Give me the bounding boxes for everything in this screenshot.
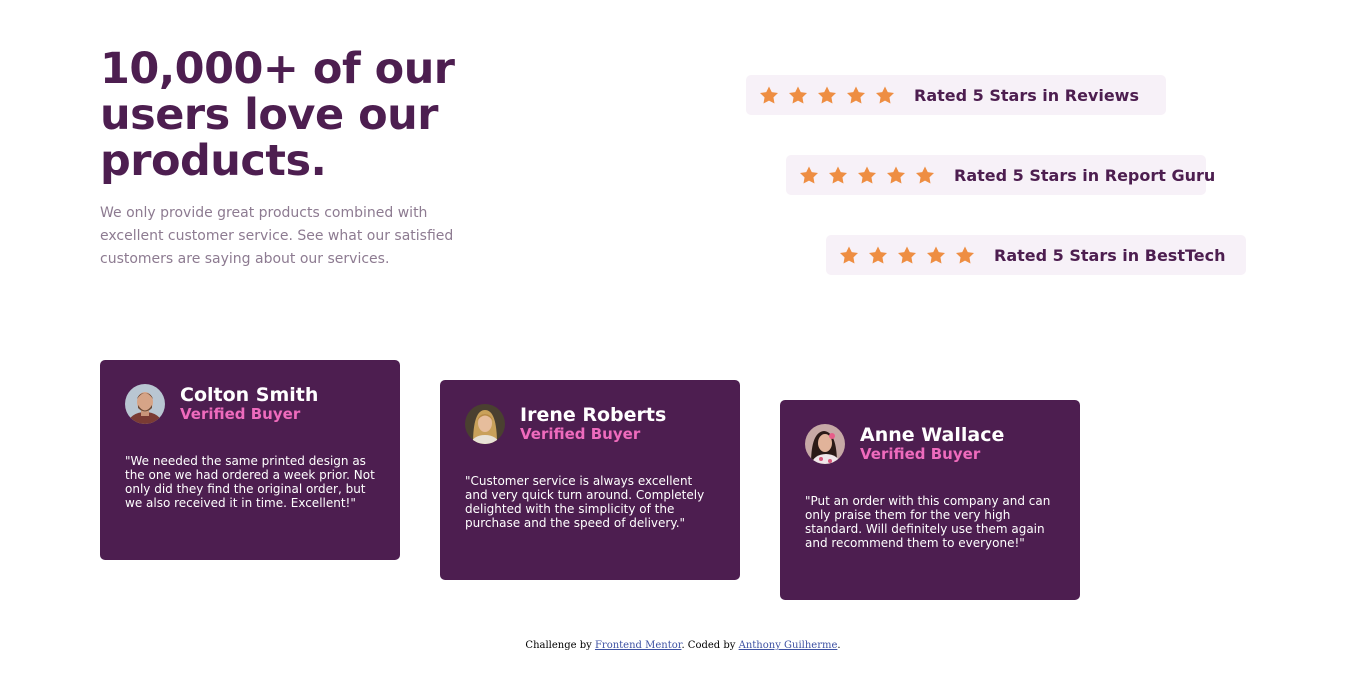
frontend-mentor-link[interactable]: Frontend Mentor xyxy=(595,640,681,651)
testimonial-header: Colton Smith Verified Buyer xyxy=(125,384,375,424)
avatar xyxy=(805,424,845,464)
attribution: Challenge by Frontend Mentor. Coded by A… xyxy=(0,640,1366,651)
buyer-info: Irene Roberts Verified Buyer xyxy=(520,405,666,443)
star-icon xyxy=(840,246,858,264)
star-icon xyxy=(818,86,836,104)
verified-badge: Verified Buyer xyxy=(180,405,301,423)
star-icon xyxy=(898,246,916,264)
rating-reviews: Rated 5 Stars in Reviews xyxy=(746,75,1166,115)
testimonial-header: Irene Roberts Verified Buyer xyxy=(465,404,715,444)
rating-label: Rated 5 Stars in Reviews xyxy=(914,85,1139,105)
star-icon xyxy=(869,246,887,264)
buyer-info: Colton Smith Verified Buyer xyxy=(180,385,318,423)
attribution-suffix: . xyxy=(837,640,841,651)
testimonial-card-anne: Anne Wallace Verified Buyer "Put an orde… xyxy=(780,400,1080,600)
rating-label: Rated 5 Stars in Report Guru xyxy=(954,165,1216,185)
buyer-info: Anne Wallace Verified Buyer xyxy=(860,425,1004,463)
testimonial-card-colton: Colton Smith Verified Buyer "We needed t… xyxy=(100,360,400,560)
verified-badge: Verified Buyer xyxy=(520,425,641,443)
star-row xyxy=(840,246,974,264)
avatar xyxy=(465,404,505,444)
star-icon xyxy=(916,166,934,184)
verified-badge: Verified Buyer xyxy=(860,445,981,463)
star-icon xyxy=(847,86,865,104)
testimonial-header: Anne Wallace Verified Buyer xyxy=(805,424,1055,464)
rating-besttech: Rated 5 Stars in BestTech xyxy=(826,235,1246,275)
star-row xyxy=(760,86,894,104)
attribution-middle: . Coded by xyxy=(681,640,739,651)
author-link[interactable]: Anthony Guilherme xyxy=(739,640,838,651)
star-icon xyxy=(829,166,847,184)
attribution-prefix: Challenge by xyxy=(525,640,595,651)
testimonial-quote: "Put an order with this company and can … xyxy=(805,494,1051,550)
star-row xyxy=(800,166,934,184)
buyer-name: Irene Roberts xyxy=(520,404,667,426)
testimonial-quote: "Customer service is always excellent an… xyxy=(465,474,705,530)
star-icon xyxy=(858,166,876,184)
star-icon xyxy=(876,86,894,104)
star-icon xyxy=(956,246,974,264)
star-icon xyxy=(800,166,818,184)
page-headline: 10,000+ of our users love our products. xyxy=(100,44,455,186)
star-icon xyxy=(760,86,778,104)
testimonial-quote: "We needed the same printed design as th… xyxy=(125,454,375,510)
intro-text: We only provide great products combined … xyxy=(100,205,454,267)
buyer-name: Colton Smith xyxy=(180,384,319,406)
avatar xyxy=(125,384,165,424)
buyer-name: Anne Wallace xyxy=(860,424,1005,446)
star-icon xyxy=(789,86,807,104)
star-icon xyxy=(887,166,905,184)
rating-report-guru: Rated 5 Stars in Report Guru xyxy=(786,155,1215,195)
testimonial-card-irene: Irene Roberts Verified Buyer "Customer s… xyxy=(440,380,740,580)
rating-label: Rated 5 Stars in BestTech xyxy=(994,245,1226,265)
star-icon xyxy=(927,246,945,264)
